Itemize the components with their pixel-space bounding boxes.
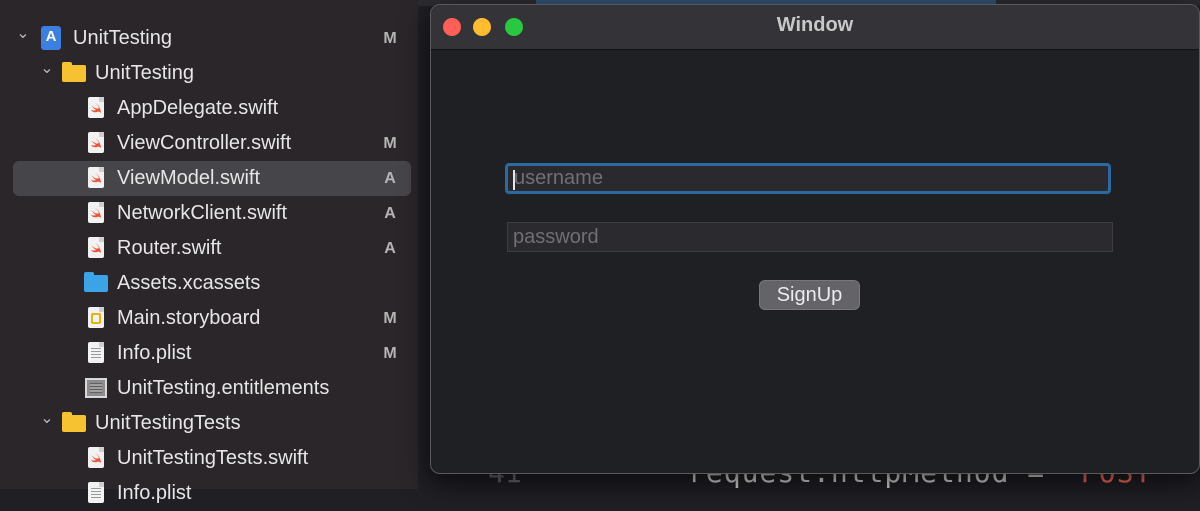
source-control-status-badge: A [384, 239, 396, 257]
storyboard-icon [84, 306, 108, 330]
navigator-row[interactable]: AppDelegate.swift [0, 91, 418, 126]
navigator-item-label: Info.plist [117, 342, 192, 364]
navigator-item-label: AppDelegate.swift [117, 97, 279, 119]
disclosure-chevron-icon[interactable]: ⌄ [37, 408, 57, 428]
navigator-row[interactable]: UnitTestingTests.swift [0, 441, 418, 476]
plist-icon [84, 481, 108, 505]
source-control-status-badge: M [383, 309, 397, 327]
navigator-item-label: NetworkClient.swift [117, 202, 288, 224]
swift-file-icon [84, 96, 108, 120]
window-title: Window [776, 14, 854, 36]
username-field[interactable] [505, 163, 1111, 194]
entitlements-icon [84, 376, 108, 400]
navigator-item-label: Main.storyboard [117, 307, 261, 329]
plist-icon [84, 341, 108, 365]
project-icon [40, 26, 64, 50]
navigator-row[interactable]: Info.plist M [0, 336, 418, 371]
navigator-item-label: ViewController.swift [117, 132, 292, 154]
navigator-item-label: UnitTestingTests [95, 412, 241, 434]
navigator-row[interactable]: Assets.xcassets [0, 266, 418, 301]
swift-file-icon [84, 201, 108, 225]
folder-icon [62, 61, 86, 85]
navigator-item-label: UnitTesting [73, 27, 172, 49]
text-caret [513, 170, 515, 190]
navigator-row[interactable]: ⌄ UnitTesting M [0, 21, 418, 56]
navigator-row[interactable]: NetworkClient.swift A [0, 196, 418, 231]
source-control-status-badge: M [383, 134, 397, 152]
disclosure-chevron-icon[interactable]: ⌄ [37, 58, 57, 78]
swift-file-icon [84, 131, 108, 155]
navigator-item-label: UnitTesting.entitlements [117, 377, 330, 399]
password-field[interactable] [507, 222, 1113, 252]
navigator-item-label: UnitTestingTests.swift [117, 447, 309, 469]
navigator-list: ⌄ UnitTesting M ⌄ UnitTesting AppDelegate.swi… [0, 21, 418, 511]
navigator-item-label: Router.swift [117, 237, 222, 259]
navigator-item-label: Info.plist [117, 482, 192, 504]
navigator-row[interactable]: Info.plist [0, 476, 418, 511]
signup-button[interactable]: SignUp [759, 280, 860, 310]
navigator-row[interactable]: ViewController.swift M [0, 126, 418, 161]
navigator-item-label: Assets.xcassets [117, 272, 261, 294]
swift-file-icon [84, 166, 108, 190]
window-titlebar[interactable]: Window [431, 5, 1199, 50]
project-navigator: ⌄ UnitTesting M ⌄ UnitTesting AppDelegate.swi… [0, 0, 418, 504]
disclosure-chevron-icon[interactable]: ⌄ [13, 23, 33, 43]
app-window: Window SignUp [430, 4, 1200, 474]
swift-file-icon [84, 446, 108, 470]
navigator-row[interactable]: ⌄ UnitTestingTests [0, 406, 418, 441]
navigator-item-label: UnitTesting [95, 62, 194, 84]
swift-file-icon [84, 236, 108, 260]
navigator-row[interactable]: ⌄ UnitTesting [0, 56, 418, 91]
source-control-status-badge: M [383, 29, 397, 47]
source-control-status-badge: A [384, 169, 396, 187]
navigator-item-label: ViewModel.swift [117, 167, 261, 189]
navigator-row[interactable]: ViewModel.swift A [13, 161, 411, 196]
folder-icon [62, 411, 86, 435]
source-control-status-badge: M [383, 344, 397, 362]
source-control-status-badge: A [384, 204, 396, 222]
navigator-row[interactable]: Router.swift A [0, 231, 418, 266]
navigator-row[interactable]: Main.storyboard M [0, 301, 418, 336]
navigator-row[interactable]: UnitTesting.entitlements [0, 371, 418, 406]
asset-catalog-icon [84, 271, 108, 295]
